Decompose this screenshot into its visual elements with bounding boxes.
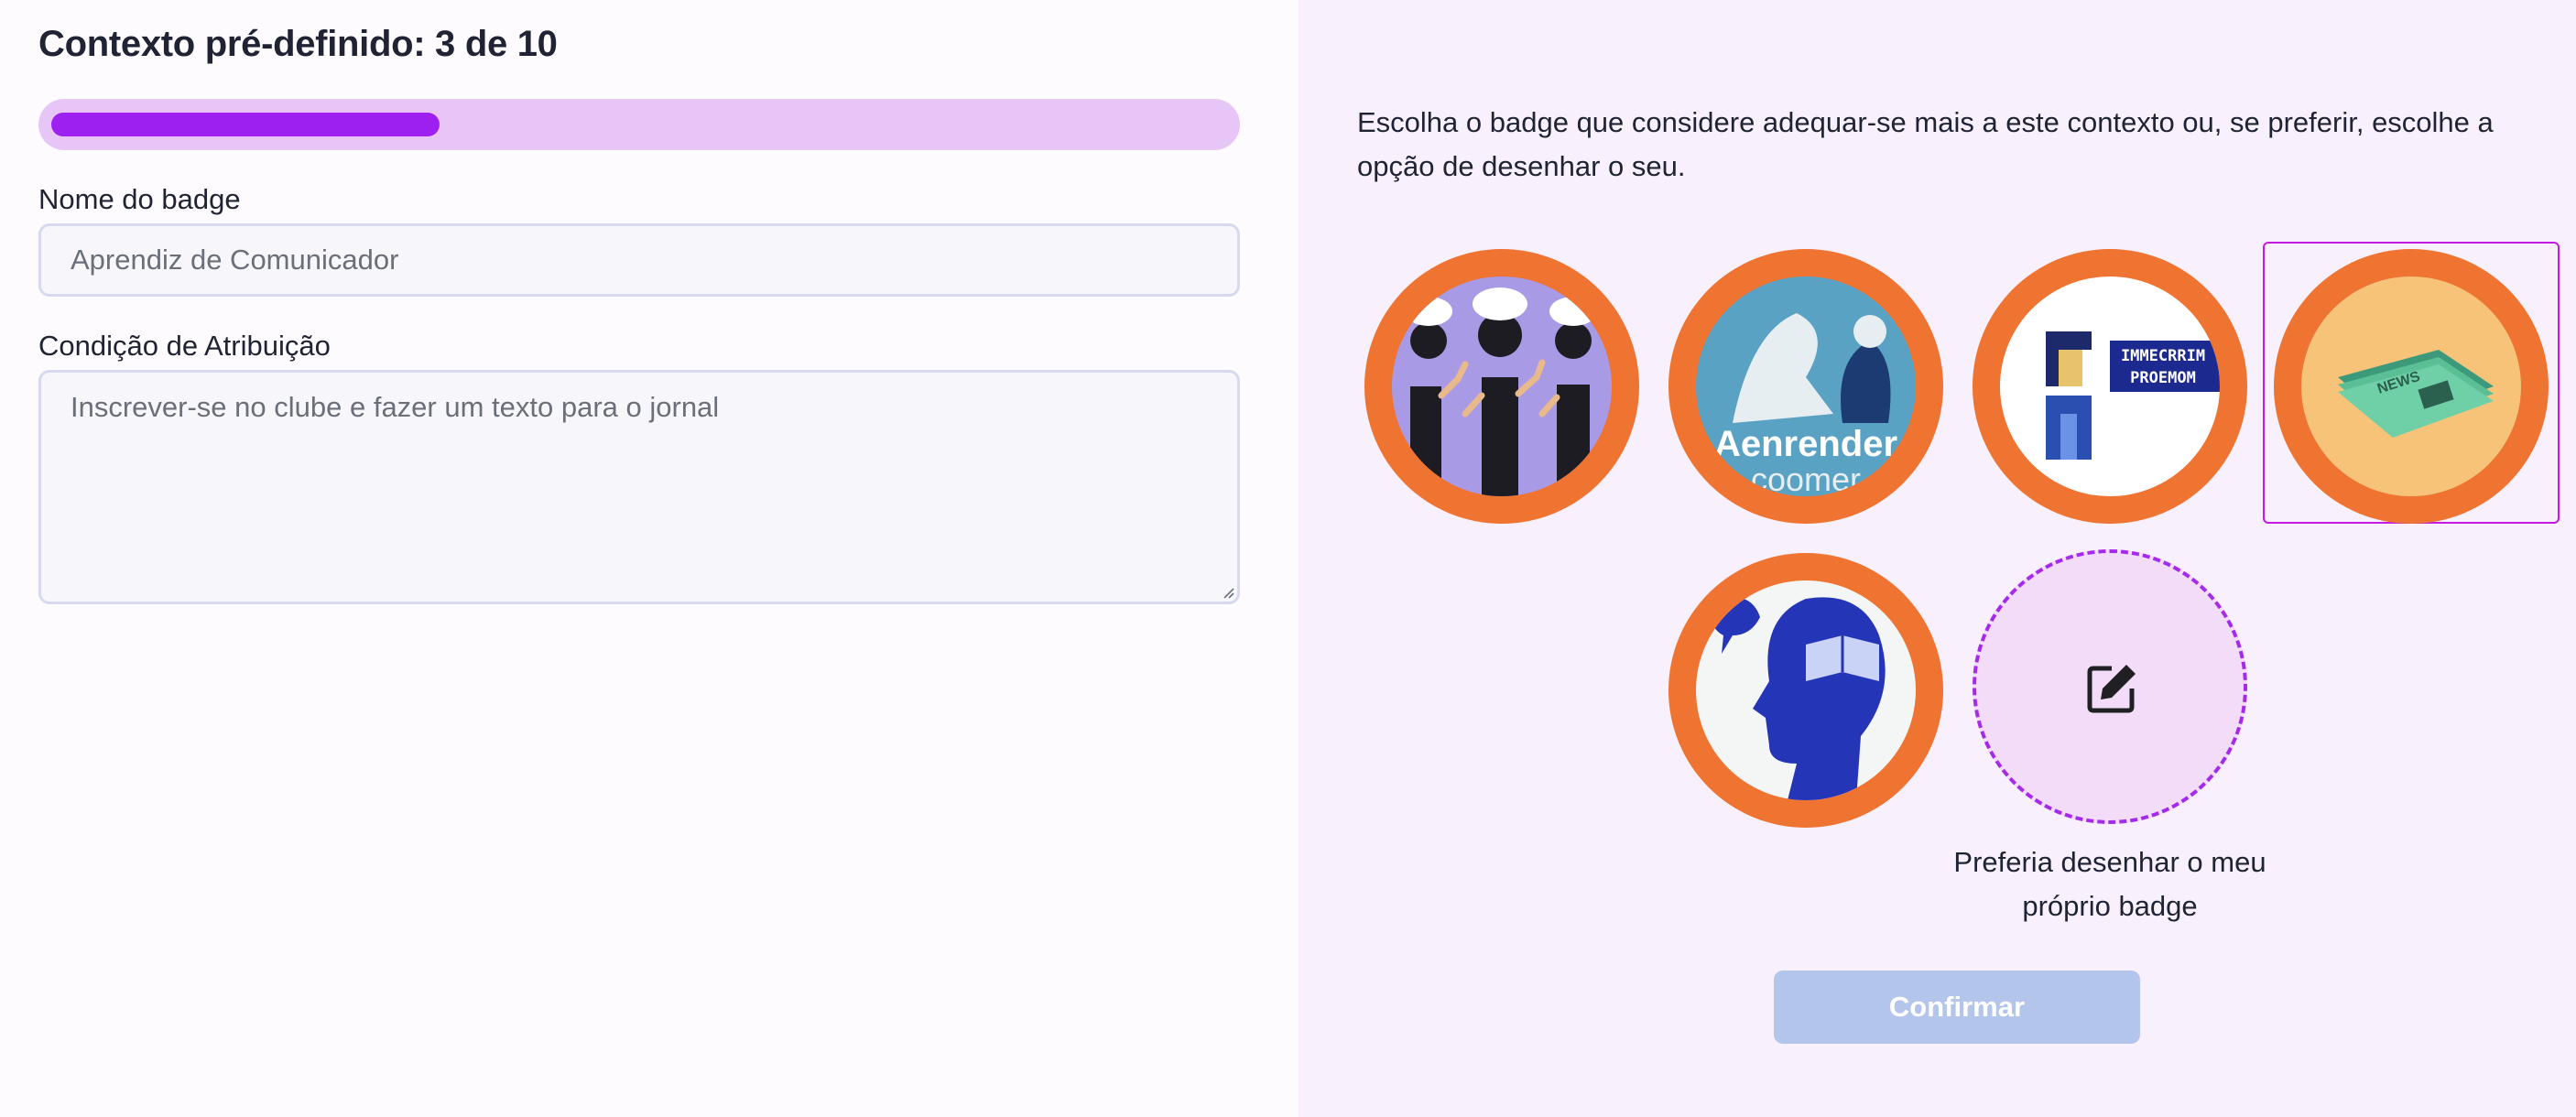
badge-name-label: Nome do badge bbox=[38, 183, 241, 215]
draw-own-badge-label: Preferia desenhar o meu próprio badge bbox=[1953, 846, 2266, 922]
svg-text:coomer: coomer bbox=[1751, 461, 1861, 496]
badge-art-newspaper: NEWS bbox=[2301, 277, 2521, 496]
badge-art-people-thinking bbox=[1392, 277, 1612, 496]
svg-text:PROEMOM: PROEMOM bbox=[2130, 369, 2196, 387]
badge-art-aprender-comer: Aenrender coomer bbox=[1696, 277, 1916, 496]
badge-instructions: Escolha o badge que considere adequar-se… bbox=[1357, 106, 2494, 182]
resize-grip-icon[interactable] bbox=[1222, 586, 1234, 599]
svg-text:IMMECRRIM: IMMECRRIM bbox=[2121, 347, 2205, 365]
badge-art-pixel-speaker: IMMECRRIM PROEMOM bbox=[2000, 277, 2220, 496]
progress-bar-fill bbox=[51, 113, 440, 136]
page-title: Contexto pré-definido: 3 de 10 bbox=[38, 24, 558, 64]
edit-icon bbox=[2087, 665, 2136, 713]
draw-own-badge-option[interactable] bbox=[1973, 549, 2247, 824]
svg-text:Aenrender: Aenrender bbox=[1714, 424, 1897, 464]
progress-bar bbox=[38, 99, 1240, 150]
condition-label: Condição de Atribuição bbox=[38, 330, 331, 362]
badge-option-aprender-comer[interactable]: Aenrender coomer bbox=[1668, 249, 1943, 524]
badge-art-reading-head bbox=[1696, 580, 1916, 800]
badge-option-people-thinking[interactable] bbox=[1364, 249, 1639, 524]
left-panel: Contexto pré-definido: 3 de 10 Nome do b… bbox=[0, 0, 1299, 1117]
badge-option-reading-head[interactable] bbox=[1668, 553, 1943, 828]
condition-textarea[interactable] bbox=[38, 370, 1240, 604]
confirm-button[interactable]: Confirmar bbox=[1774, 971, 2140, 1044]
badge-option-newspaper[interactable]: NEWS bbox=[2274, 249, 2549, 524]
badge-name-input[interactable] bbox=[38, 223, 1240, 297]
badge-option-pixel-speaker[interactable]: IMMECRRIM PROEMOM bbox=[1973, 249, 2247, 524]
